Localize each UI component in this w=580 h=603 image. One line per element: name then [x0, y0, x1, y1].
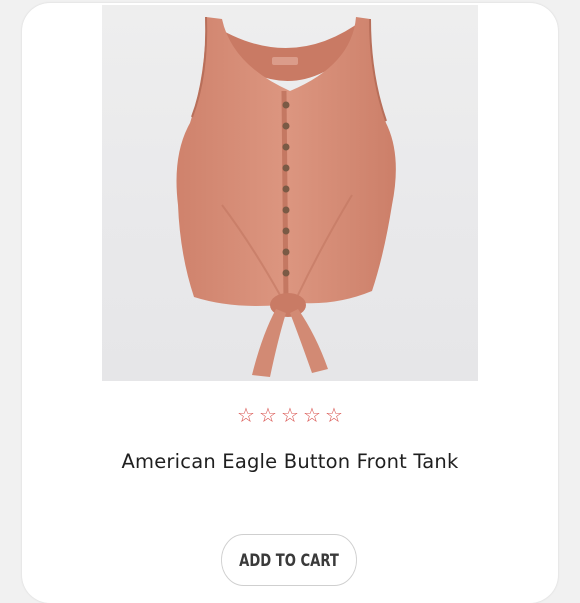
star-icon: ☆: [259, 403, 277, 427]
product-image[interactable]: [102, 5, 478, 381]
product-title[interactable]: American Eagle Button Front Tank: [22, 450, 558, 473]
star-rating: ☆ ☆ ☆ ☆ ☆: [22, 405, 558, 425]
star-icon: ☆: [325, 403, 343, 427]
tank-top-image: [176, 16, 396, 377]
star-icon: ☆: [303, 403, 321, 427]
star-icon: ☆: [281, 403, 299, 427]
add-to-cart-button[interactable]: ADD TO CART: [221, 534, 357, 586]
product-card: ☆ ☆ ☆ ☆ ☆ American Eagle Button Front Ta…: [22, 3, 558, 603]
star-icon: ☆: [237, 403, 255, 427]
